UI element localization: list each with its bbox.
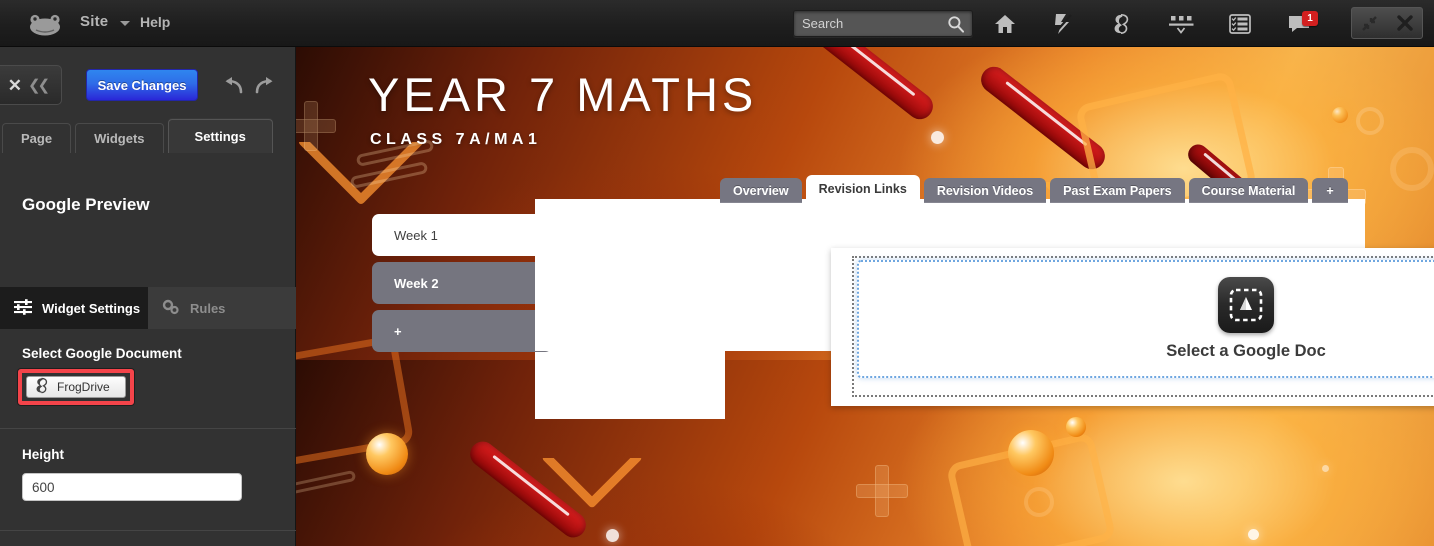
select-document-group: Select Google Document FrogDrive <box>0 329 296 429</box>
search-input[interactable] <box>802 11 942 36</box>
google-doc-picker-modal: Select a Google Doc ✕ <box>831 248 1434 406</box>
week-item-2[interactable]: Week 2 <box>372 262 552 304</box>
select-document-label: Select Google Document <box>22 346 182 361</box>
editor-sidebar: ✕ ❮❮ Save Changes Page Widgets Settings <box>0 47 296 546</box>
tab-past-exam-papers[interactable]: Past Exam Papers <box>1050 178 1185 203</box>
select-google-doc-dropzone[interactable]: Select a Google Doc <box>857 260 1434 378</box>
height-label: Height <box>22 447 64 462</box>
height-input[interactable] <box>22 473 242 501</box>
page-tab-strip: Overview Revision Links Revision Videos … <box>720 173 1348 203</box>
search-icon[interactable] <box>947 15 965 33</box>
apps-icon[interactable] <box>1160 9 1202 39</box>
frogdrive-highlight: FrogDrive <box>18 369 134 405</box>
sidebar-tab-page[interactable]: Page <box>2 123 72 153</box>
redo-icon[interactable] <box>252 73 278 99</box>
subtab-label: Rules <box>190 300 226 316</box>
tab-overview[interactable]: Overview <box>720 178 802 203</box>
site-menu[interactable]: Site <box>80 13 108 30</box>
height-group: Height <box>0 430 296 531</box>
gears-icon <box>162 299 180 318</box>
messages-icon[interactable]: 1 <box>1278 9 1320 39</box>
chevron-down-icon[interactable] <box>120 21 130 26</box>
close-icon: ✕ <box>7 75 23 95</box>
widget-name-heading: Google Preview <box>22 195 150 214</box>
top-navigation-bar: Site Help Search 1 <box>0 0 1434 47</box>
tab-course-material[interactable]: Course Material <box>1188 178 1309 203</box>
close-window-button[interactable] <box>1391 9 1419 37</box>
page-title: YEAR 7 MATHS <box>368 68 758 121</box>
sliders-icon <box>14 298 32 318</box>
app-root: Site Help Search 1 YEAR 7 MATHS CLASS 7A… <box>0 0 1434 546</box>
messages-badge: 1 <box>1302 11 1318 26</box>
frogdrive-swirl-icon <box>33 377 50 397</box>
sidebar-tab-settings[interactable]: Settings <box>167 119 273 153</box>
undo-icon[interactable] <box>220 73 246 99</box>
page-canvas: YEAR 7 MATHS CLASS 7A/MA1 Overview Revis… <box>296 47 1434 546</box>
close-editor-button[interactable]: ✕ ❮❮ <box>0 65 62 105</box>
week-add-button[interactable]: + <box>372 310 552 352</box>
home-icon[interactable] <box>984 9 1026 39</box>
frogdrive-button-label: FrogDrive <box>57 380 110 394</box>
frogdrive-button[interactable]: FrogDrive <box>26 376 126 398</box>
subtab-label: Widget Settings <box>42 300 141 316</box>
sidebar-subtab-bar: Widget Settings Rules <box>0 287 296 329</box>
sidebar-tab-widgets[interactable]: Widgets <box>75 123 164 153</box>
frogdrive-icon[interactable] <box>1100 9 1142 39</box>
tab-add-button[interactable]: + <box>1312 178 1348 203</box>
search-box[interactable] <box>793 10 973 37</box>
tab-revision-videos[interactable]: Revision Videos <box>923 178 1047 203</box>
frog-logo-icon[interactable] <box>26 12 64 36</box>
sidebar-tab-bar: Page Widgets Settings <box>0 113 296 153</box>
page-subtitle: CLASS 7A/MA1 <box>370 131 542 148</box>
minimise-window-button[interactable] <box>1356 9 1384 37</box>
subtab-rules[interactable]: Rules <box>148 287 296 329</box>
week-item-1[interactable]: Week 1 <box>372 214 552 256</box>
tab-revision-links[interactable]: Revision Links <box>805 175 920 203</box>
collapse-chevron-icon: ❮❮ <box>28 77 50 94</box>
subtab-widget-settings[interactable]: Widget Settings <box>0 287 148 329</box>
save-changes-button[interactable]: Save Changes <box>86 69 198 101</box>
lightning-icon[interactable] <box>1042 9 1084 39</box>
week-list: Week 1 Week 2 + <box>372 214 552 358</box>
google-drive-icon <box>1218 277 1274 333</box>
help-menu[interactable]: Help <box>140 14 170 30</box>
dropzone-label: Select a Google Doc <box>1166 342 1326 360</box>
tasks-icon[interactable] <box>1219 9 1261 39</box>
remove-widget-group: Remove Widget <box>0 532 296 546</box>
window-controls <box>1351 7 1423 39</box>
